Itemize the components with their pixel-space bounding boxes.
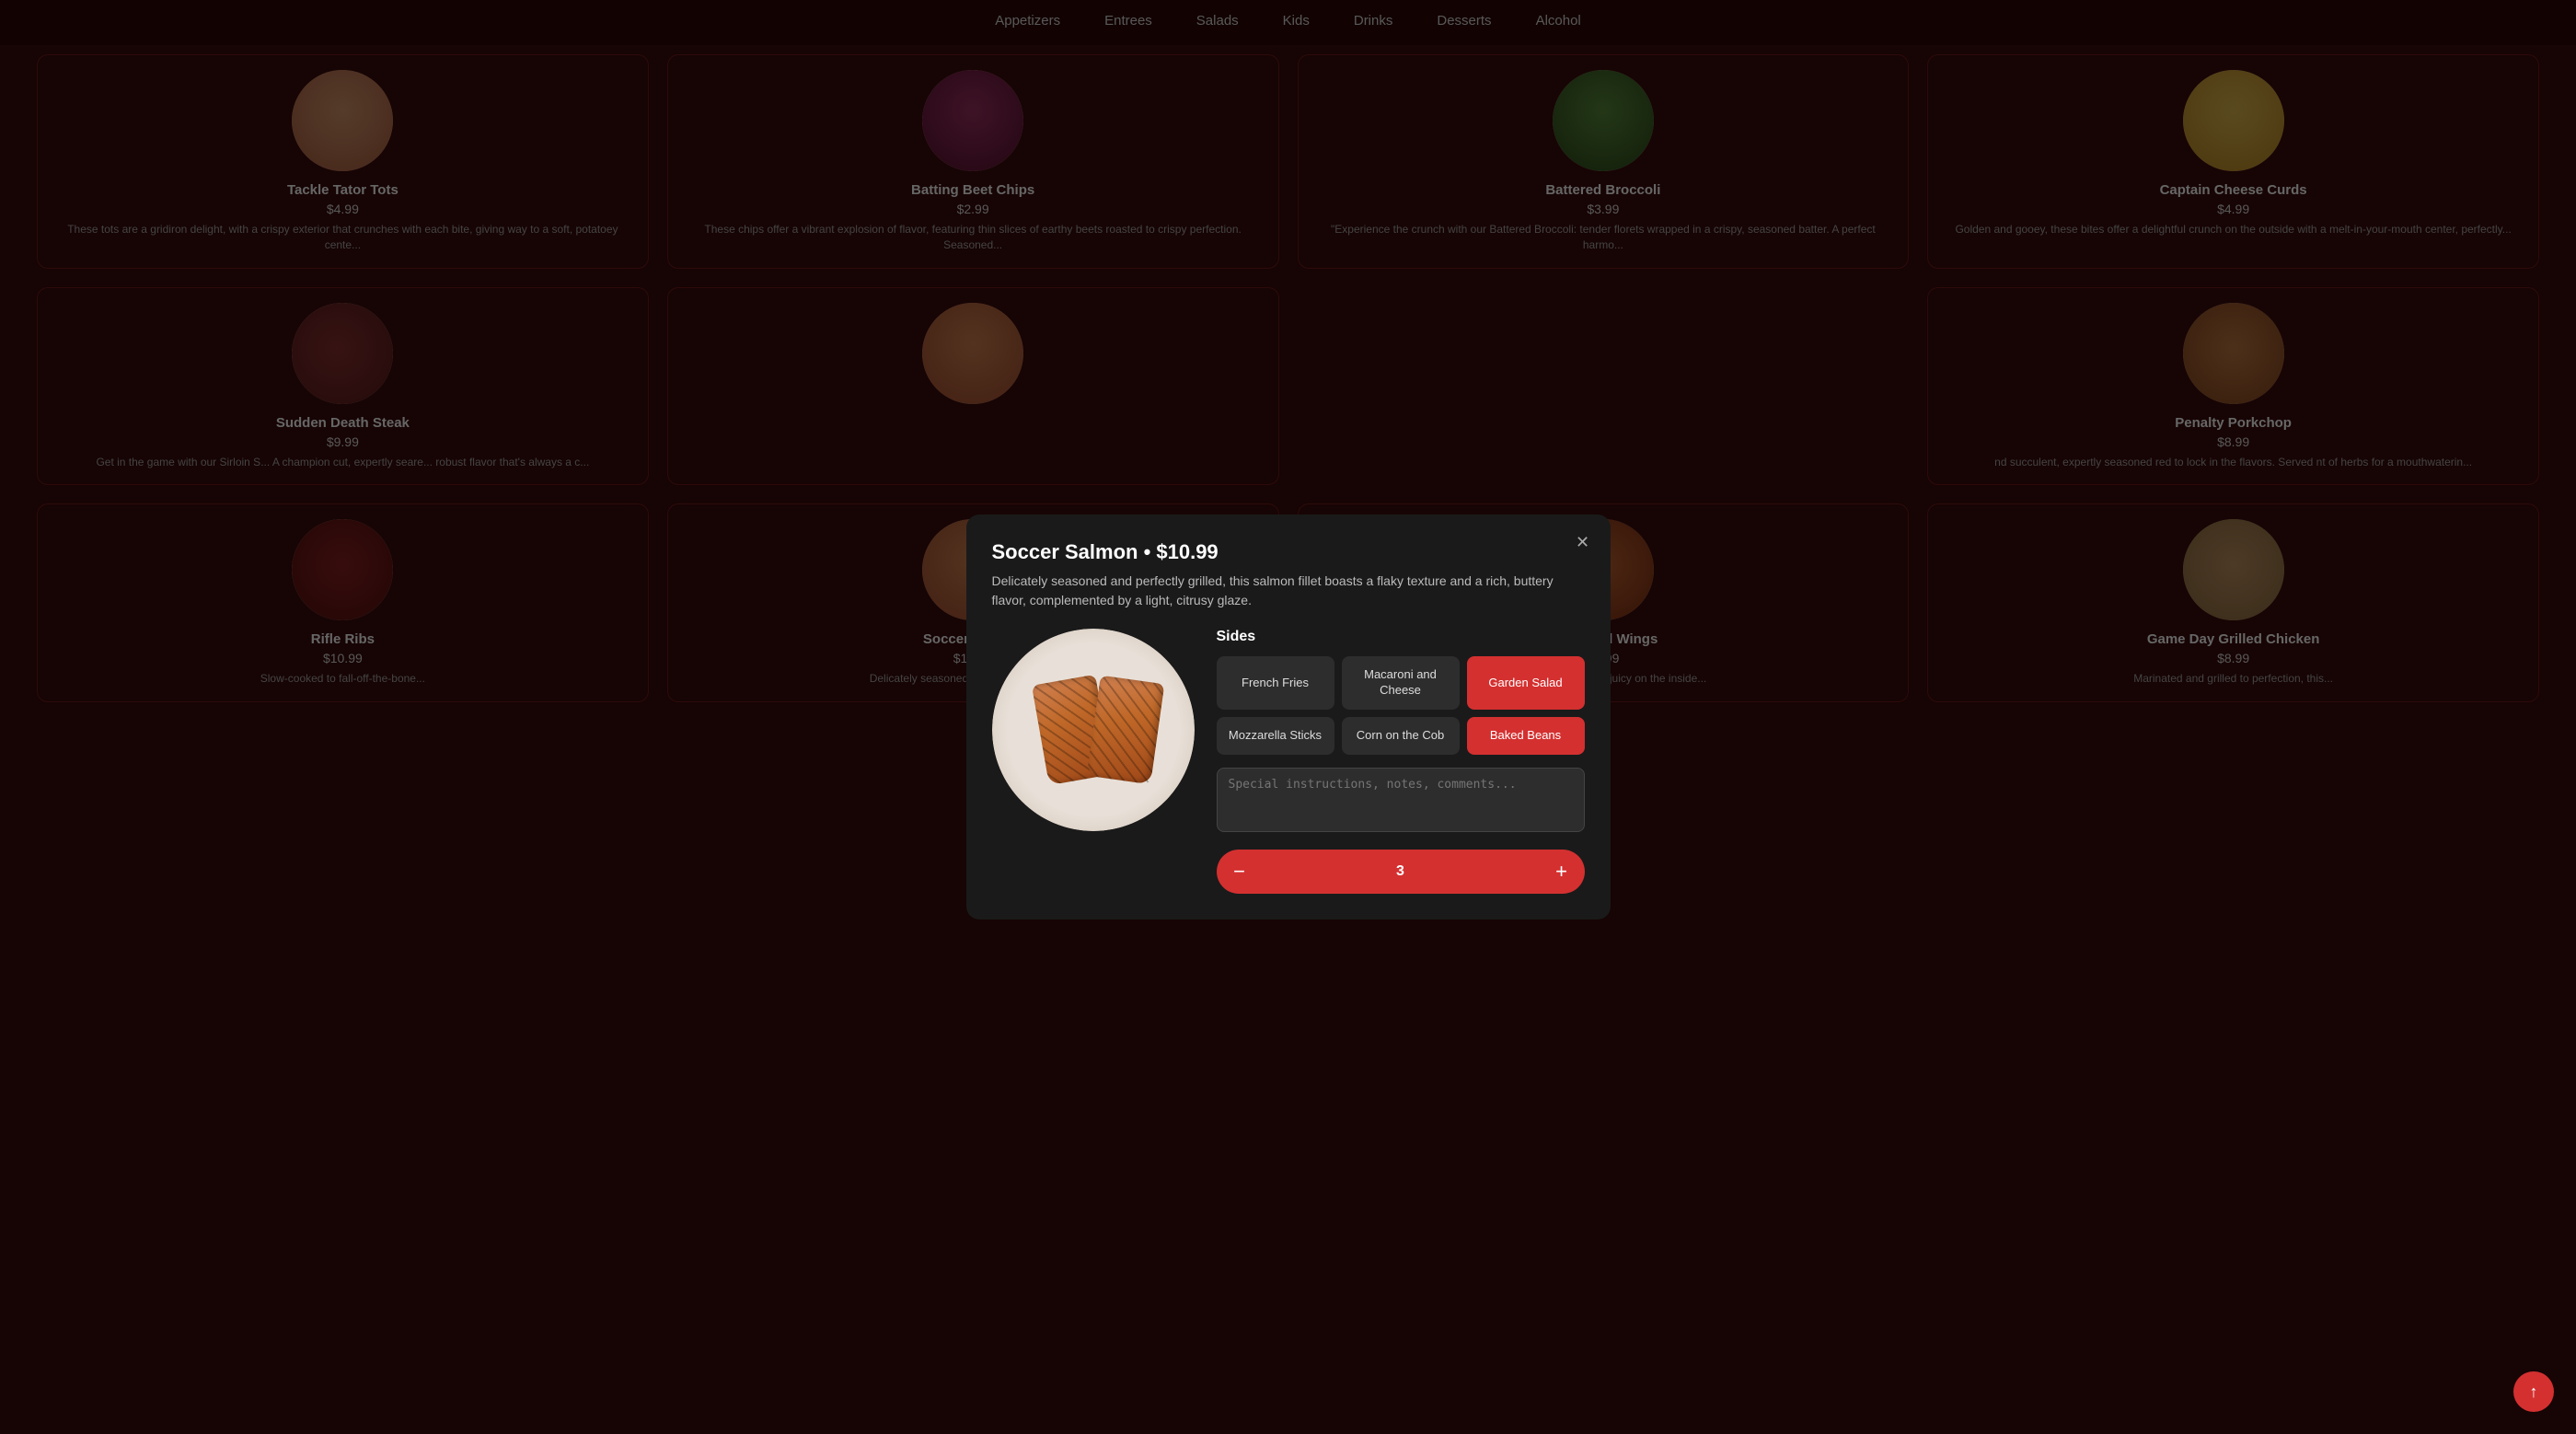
quantity-minus-button[interactable]: − <box>1217 850 1263 894</box>
salmon-piece-right <box>1086 676 1164 785</box>
modal-food-image <box>992 629 1195 831</box>
modal-description: Delicately seasoned and perfectly grille… <box>992 572 1585 610</box>
salmon-plate <box>992 629 1195 831</box>
scroll-to-top-button[interactable]: ↑ <box>2513 1371 2554 1412</box>
side-button-4[interactable]: Corn on the Cob <box>1342 717 1460 755</box>
modal-dialog: ✕ Soccer Salmon • $10.99 Delicately seas… <box>966 515 1611 919</box>
side-button-3[interactable]: Mozzarella Sticks <box>1217 717 1334 755</box>
sides-grid: French FriesMacaroni and CheeseGarden Sa… <box>1217 656 1585 755</box>
modal-right-panel: Sides French FriesMacaroni and CheeseGar… <box>1217 629 1585 894</box>
quantity-plus-button[interactable]: + <box>1539 850 1585 894</box>
side-button-2[interactable]: Garden Salad <box>1467 656 1585 710</box>
modal-close-button[interactable]: ✕ <box>1570 529 1596 555</box>
modal-overlay[interactable]: ✕ Soccer Salmon • $10.99 Delicately seas… <box>0 0 2576 1434</box>
side-button-0[interactable]: French Fries <box>1217 656 1334 710</box>
side-button-1[interactable]: Macaroni and Cheese <box>1342 656 1460 710</box>
modal-body: Sides French FriesMacaroni and CheeseGar… <box>992 629 1585 894</box>
quantity-row: − 3 + <box>1217 850 1585 894</box>
grill-lines-2 <box>1086 676 1164 785</box>
modal-title: Soccer Salmon • $10.99 <box>992 540 1585 564</box>
side-button-5[interactable]: Baked Beans <box>1467 717 1585 755</box>
quantity-value: 3 <box>1263 863 1539 880</box>
special-instructions-input[interactable] <box>1217 768 1585 832</box>
sides-label: Sides <box>1217 629 1585 645</box>
